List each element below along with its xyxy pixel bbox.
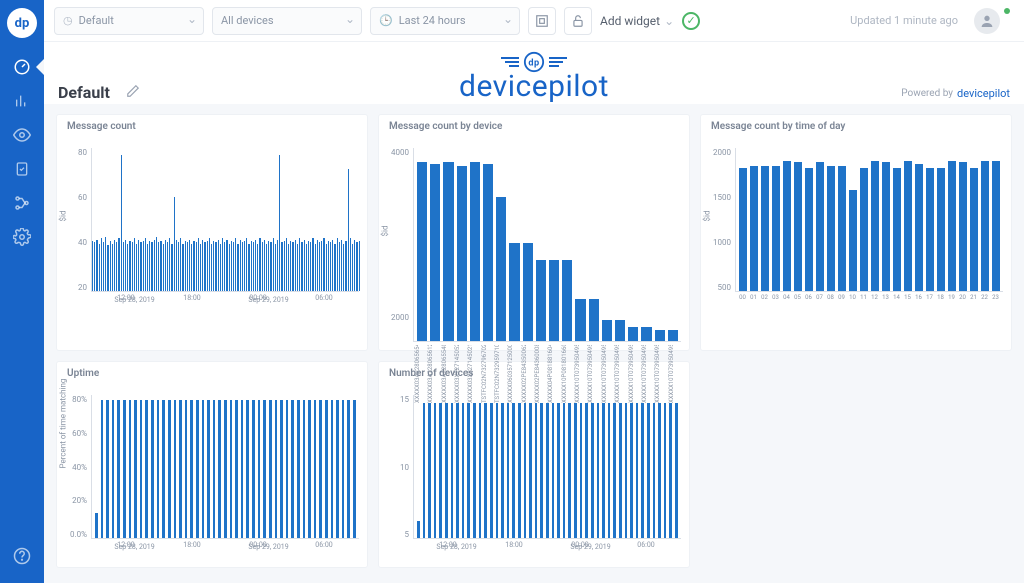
brand-logo-icon[interactable]: dp (7, 8, 37, 38)
chart-c4: Percent of time matching 80%60%40%20%0.0… (65, 389, 359, 559)
card-uptime[interactable]: Uptime Percent of time matching 80%60%40… (56, 361, 368, 568)
time-range-label: Last 24 hours (399, 14, 466, 27)
dashboard-icon: ◷ (63, 14, 73, 27)
card-message-count-by-device[interactable]: Message count by device $id 40002000 XXX… (378, 114, 690, 351)
card-title: Message count by device (379, 115, 689, 138)
nav-analytics[interactable] (0, 84, 44, 118)
nav-network[interactable] (0, 186, 44, 220)
card-title: Message count (57, 115, 367, 138)
chart-c5: 15105 12:0018:0000:0006:00 Sep 28, 2019S… (387, 389, 681, 559)
clock-icon: 🕒 (379, 14, 393, 27)
add-widget-button[interactable]: Add widget⌄ (600, 14, 674, 28)
page-title: Default (58, 83, 110, 102)
nav-view[interactable] (0, 118, 44, 152)
brand-name: devicepilot (459, 69, 609, 104)
device-selector-label: All devices (221, 14, 274, 27)
powered-by: Powered bydevicepilot (901, 87, 1010, 100)
fullscreen-button[interactable] (528, 7, 556, 35)
nav-settings[interactable] (0, 220, 44, 254)
nav-help[interactable] (0, 539, 44, 573)
edit-title-icon[interactable] (126, 83, 140, 102)
nav-dashboard[interactable] (0, 50, 44, 84)
chart-c1: $id 80604020 12:0018:0000:0006:00 Sep 28… (65, 142, 359, 312)
device-selector[interactable]: All devices (212, 7, 362, 35)
add-widget-label: Add widget (600, 14, 660, 28)
main: ◷ Default All devices 🕒 Last 24 hours Add … (44, 0, 1024, 583)
dashboard-selector-label: Default (79, 14, 114, 27)
dashboard-selector[interactable]: ◷ Default (54, 7, 204, 35)
avatar[interactable] (974, 8, 1000, 34)
brand: dp devicepilot (459, 51, 609, 104)
sidebar: dp (0, 0, 44, 583)
card-title: Message count by time of day (701, 115, 1011, 138)
lock-button[interactable] (564, 7, 592, 35)
svg-text:dp: dp (528, 59, 539, 69)
topbar: ◷ Default All devices 🕒 Last 24 hours Add … (44, 0, 1024, 42)
avatar-status-dot (1004, 8, 1010, 14)
content: Message count $id 80604020 12:0018:0000:… (44, 104, 1024, 583)
updated-label: Updated 1 minute ago (850, 14, 958, 27)
card-number-of-devices[interactable]: Number of devices 15105 12:0018:0000:000… (378, 361, 690, 568)
status-ok-icon: ✓ (682, 12, 700, 30)
card-message-count-by-time[interactable]: Message count by time of day $id 2000150… (700, 114, 1012, 351)
chart-c2: $id 40002000 XXXXX03A228065654854XXXXX03… (387, 142, 681, 342)
chart-c3: $id 200015001000500 00010203040506070809… (709, 142, 1003, 312)
nav-clipboard[interactable] (0, 152, 44, 186)
time-range-selector[interactable]: 🕒 Last 24 hours (370, 7, 520, 35)
card-title: Uptime (57, 362, 367, 385)
brand-row: Default dp devicepilot Powered bydevicep… (44, 42, 1024, 104)
card-message-count[interactable]: Message count $id 80604020 12:0018:0000:… (56, 114, 368, 351)
